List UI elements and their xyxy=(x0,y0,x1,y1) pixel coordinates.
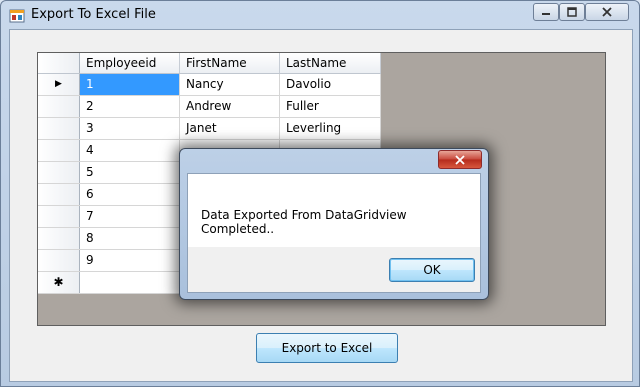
cell-employeeid[interactable]: 7 xyxy=(79,205,180,228)
dialog-message-text: Data Exported From DataGridview Complete… xyxy=(201,208,407,236)
cell-firstname[interactable]: Janet xyxy=(179,117,280,140)
maximize-button[interactable] xyxy=(559,3,585,21)
cell-employeeid[interactable]: 3 xyxy=(79,117,180,140)
row-header-corner[interactable] xyxy=(38,53,80,74)
current-row-arrow-icon: ▶ xyxy=(55,79,62,89)
dialog-message-area: Data Exported From DataGridview Complete… xyxy=(188,174,480,247)
column-header-firstname[interactable]: FirstName xyxy=(179,53,280,74)
minimize-icon xyxy=(542,13,550,15)
close-icon xyxy=(602,7,612,17)
dialog-body: Data Exported From DataGridview Complete… xyxy=(187,173,481,293)
title-bar[interactable]: Export To Excel File xyxy=(1,1,639,29)
cell-employeeid[interactable]: 1 xyxy=(79,73,180,96)
close-icon xyxy=(455,154,465,165)
application-icon xyxy=(9,9,25,23)
row-header[interactable]: ✱ xyxy=(38,271,80,294)
row-header[interactable]: ▶ xyxy=(38,73,80,96)
main-window: Export To Excel File Employeeid FirstNam… xyxy=(0,0,640,387)
cell-employeeid[interactable]: 6 xyxy=(79,183,180,206)
row-header[interactable] xyxy=(38,161,80,184)
cell-employeeid[interactable]: 2 xyxy=(79,95,180,118)
cell-lastname[interactable]: Leverling xyxy=(279,117,381,140)
ok-button[interactable]: OK xyxy=(389,258,475,282)
export-to-excel-button[interactable]: Export to Excel xyxy=(256,333,398,363)
column-header-employeeid[interactable]: Employeeid xyxy=(79,53,180,74)
cell-firstname[interactable]: Andrew xyxy=(179,95,280,118)
cell-employeeid[interactable]: 9 xyxy=(79,249,180,272)
window-title: Export To Excel File xyxy=(31,7,156,22)
cell-firstname[interactable]: Nancy xyxy=(179,73,280,96)
cell-lastname[interactable]: Davolio xyxy=(279,73,381,96)
row-header[interactable] xyxy=(38,95,80,118)
new-row-asterisk-icon: ✱ xyxy=(53,275,64,289)
maximize-icon xyxy=(567,7,577,17)
row-header[interactable] xyxy=(38,249,80,272)
cell-employeeid[interactable]: 8 xyxy=(79,227,180,250)
message-dialog: Data Exported From DataGridview Complete… xyxy=(179,148,489,300)
cell-employeeid[interactable]: 4 xyxy=(79,139,180,162)
row-header[interactable] xyxy=(38,139,80,162)
dialog-close-button[interactable] xyxy=(438,150,482,169)
cell-employeeid[interactable] xyxy=(79,271,180,294)
row-header[interactable] xyxy=(38,183,80,206)
column-header-lastname[interactable]: LastName xyxy=(279,53,381,74)
table-row[interactable]: ▶ 1 Nancy Davolio xyxy=(38,73,381,96)
minimize-button[interactable] xyxy=(533,3,559,21)
cell-employeeid[interactable]: 5 xyxy=(79,161,180,184)
table-row[interactable]: 3 Janet Leverling xyxy=(38,117,381,140)
grid-header-row: Employeeid FirstName LastName xyxy=(38,53,381,74)
close-button[interactable] xyxy=(585,3,629,21)
row-header[interactable] xyxy=(38,117,80,140)
row-header[interactable] xyxy=(38,227,80,250)
cell-lastname[interactable]: Fuller xyxy=(279,95,381,118)
row-header[interactable] xyxy=(38,205,80,228)
table-row[interactable]: 2 Andrew Fuller xyxy=(38,95,381,118)
